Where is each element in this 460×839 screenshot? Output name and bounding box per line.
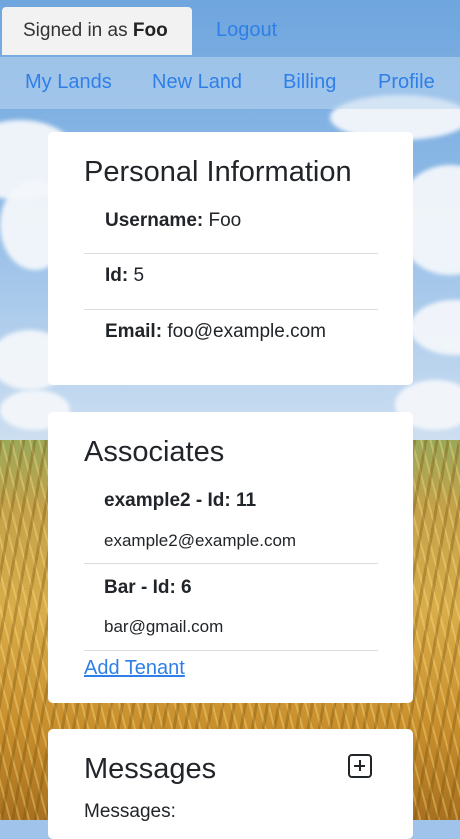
signed-in-prefix: Signed in as xyxy=(23,20,128,41)
associate-email: example2@example.com xyxy=(104,531,297,550)
nav-new-land[interactable]: New Land xyxy=(152,71,242,94)
id-row: Id: 5 xyxy=(84,265,378,310)
associates-title: Associates xyxy=(84,436,225,468)
signed-in-username: Foo xyxy=(132,20,168,41)
username-label: Username: xyxy=(105,210,204,231)
add-tenant-link[interactable]: Add Tenant xyxy=(84,657,185,680)
associate-email: bar@gmail.com xyxy=(104,617,224,636)
email-value: foo@example.com xyxy=(167,321,327,342)
personal-information-card: Personal Information Username: Foo Id: 5… xyxy=(48,132,413,385)
signed-in-indicator: Signed in as Foo xyxy=(2,7,192,55)
associates-card: Associates example2 - Id: 11 example2@ex… xyxy=(48,412,413,703)
email-row: Email: foo@example.com xyxy=(84,321,378,361)
id-value: 5 xyxy=(133,265,145,286)
associate-name: Bar - Id: 6 xyxy=(104,577,192,598)
nav-my-lands[interactable]: My Lands xyxy=(25,71,112,94)
associate-item: example2 - Id: 11 example2@example.com xyxy=(84,482,378,564)
top-bar: Signed in as Foo Logout xyxy=(0,0,460,57)
id-label: Id: xyxy=(105,265,129,286)
associate-name: example2 - Id: 11 xyxy=(104,490,257,511)
logout-link[interactable]: Logout xyxy=(216,19,277,42)
username-row: Username: Foo xyxy=(84,210,378,254)
username-value: Foo xyxy=(208,210,242,231)
messages-title: Messages xyxy=(84,753,217,785)
email-label: Email: xyxy=(105,321,163,342)
messages-card: Messages Messages: xyxy=(48,729,413,839)
nav-billing[interactable]: Billing xyxy=(283,71,336,94)
main-nav: My Lands New Land Billing Profile xyxy=(0,57,460,109)
personal-information-title: Personal Information xyxy=(84,156,352,188)
associate-item: Bar - Id: 6 bar@gmail.com xyxy=(84,569,378,651)
plus-square-icon[interactable] xyxy=(348,754,372,778)
nav-profile[interactable]: Profile xyxy=(378,71,435,94)
